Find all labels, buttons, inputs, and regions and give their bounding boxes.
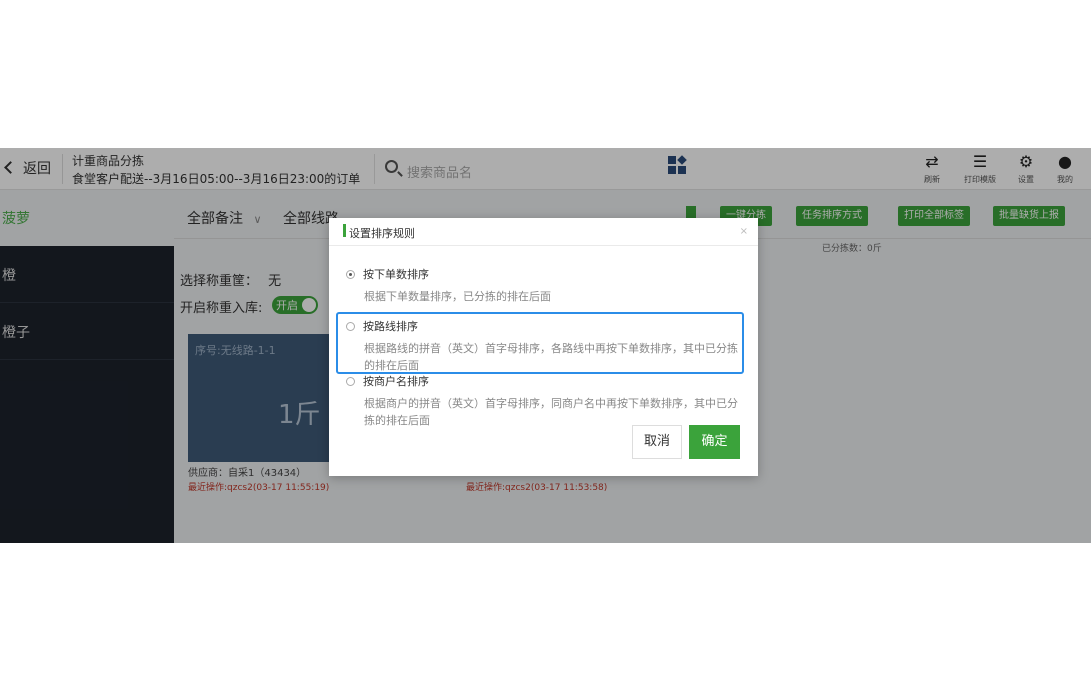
close-icon[interactable]: × [740, 226, 748, 237]
confirm-button[interactable]: 确定 [689, 425, 740, 459]
sorting-app: 返回 计重商品分拣 食堂客户配送--3月16日05:00--3月16日23:00… [0, 148, 1091, 543]
option-desc: 根据商户的拼音（英文）首字母排序，同商户名中再按下单数排序，其中已分拣的排在后面 [364, 397, 738, 427]
option-desc: 根据下单数量排序，已分拣的排在后面 [364, 290, 551, 303]
radio-unselected[interactable] [346, 322, 355, 331]
title-accent [343, 224, 346, 237]
option-label: 按路线排序 [363, 320, 418, 333]
dialog-title: 设置排序规则 [349, 227, 415, 240]
sort-rule-dialog: 设置排序规则 × 按下单数排序 根据下单数量排序，已分拣的排在后面 按路线排序 … [329, 218, 758, 476]
cancel-button[interactable]: 取消 [632, 425, 682, 459]
option-label: 按下单数排序 [363, 268, 429, 281]
dialog-header: 设置排序规则 × [329, 218, 758, 246]
option-desc: 根据路线的拼音（英文）首字母排序，各路线中再按下单数排序，其中已分拣的排在后面 [364, 342, 738, 372]
option-label: 按商户名排序 [363, 375, 429, 388]
radio-selected[interactable] [346, 270, 355, 279]
radio-unselected[interactable] [346, 377, 355, 386]
